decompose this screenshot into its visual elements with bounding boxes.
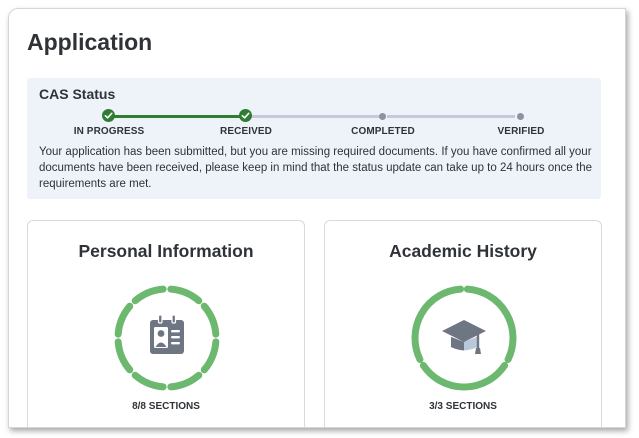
step-label-verified: VERIFIED	[497, 126, 545, 137]
step-label-received: RECEIVED	[220, 126, 272, 137]
progress-track-pending-2	[387, 115, 515, 118]
personal-information-card[interactable]: Personal Information 8/8 SECTIONS	[27, 220, 305, 427]
progress-track-pending-1	[251, 115, 381, 118]
status-message: Your application has been submitted, but…	[39, 146, 593, 190]
section-progress-ring	[114, 285, 220, 391]
step-label-in-progress: IN PROGRESS	[73, 126, 145, 137]
application-window: Application CAS Status IN PROGRESS RECEI…	[8, 8, 626, 428]
step-received-check-icon	[239, 109, 252, 122]
id-badge-icon	[150, 314, 184, 354]
step-completed-dot-icon	[379, 113, 386, 120]
ring-segment	[200, 338, 220, 374]
section-progress-ring	[411, 285, 517, 391]
cas-status-panel: CAS Status IN PROGRESS RECEIVED COMPLETE…	[27, 78, 601, 199]
ring-segment	[131, 371, 167, 391]
ring-segment	[114, 338, 134, 374]
ring-segment	[131, 285, 167, 305]
sections-count: 8/8 SECTIONS	[132, 401, 200, 412]
page-title: Application	[27, 29, 153, 55]
ring-segment	[167, 371, 203, 391]
step-label-completed: COMPLETED	[351, 126, 415, 137]
card-title: Personal Information	[78, 241, 254, 261]
ring-segment	[463, 285, 517, 363]
ring-segment	[167, 285, 203, 305]
step-in-progress-check-icon	[102, 109, 115, 122]
progress-track-complete	[114, 115, 245, 118]
graduation-cap-icon	[442, 320, 486, 354]
ring-segment	[114, 302, 134, 338]
ring-segment	[419, 361, 509, 391]
cas-status-title: CAS Status	[39, 86, 116, 102]
ring-segment	[200, 302, 220, 338]
ring-segment	[411, 285, 465, 363]
sections-count: 3/3 SECTIONS	[429, 401, 497, 412]
step-verified-dot-icon	[517, 113, 524, 120]
card-title: Academic History	[389, 241, 537, 261]
academic-history-card[interactable]: Academic History 3/3 SECTIONS	[324, 220, 602, 427]
